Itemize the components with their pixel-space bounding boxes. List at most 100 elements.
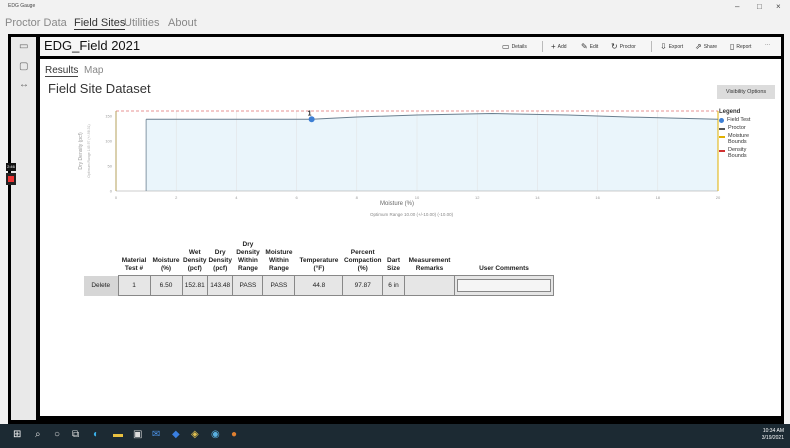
main-panel: Results Map Field Site Dataset Visibilit… bbox=[40, 59, 781, 416]
table-cell: 6 in bbox=[382, 275, 406, 296]
table-header: Dry Density (pcf) bbox=[208, 249, 232, 272]
menu-utilities[interactable]: Utilities bbox=[124, 17, 159, 29]
side-indicator: 2:46 bbox=[6, 163, 16, 193]
table-cell: 44.8 bbox=[294, 275, 344, 296]
cortana-icon[interactable]: ○ bbox=[54, 429, 60, 440]
legend-label: Proctor bbox=[728, 125, 746, 131]
document-icon[interactable]: ▢ bbox=[19, 61, 28, 72]
window-title: EDG Gauge bbox=[8, 3, 36, 9]
title-bar: EDG Gauge – □ × bbox=[0, 0, 790, 14]
edg-gauge-icon[interactable]: ◈ bbox=[191, 429, 199, 440]
clock-date: 3/19/2021 bbox=[761, 435, 784, 441]
proctor-label: Proctor bbox=[619, 43, 636, 50]
divider bbox=[651, 41, 652, 52]
moisture-bounds-swatch bbox=[719, 136, 725, 138]
legend-item-moisture-bounds: Moisture Bounds bbox=[719, 133, 754, 145]
legend-item-field-test: Field Test bbox=[719, 117, 754, 123]
table-header: Percent Compaction (%) bbox=[343, 249, 382, 272]
proctor-swatch bbox=[719, 128, 725, 130]
table-header: Dry Density Within Range bbox=[236, 241, 260, 272]
divider bbox=[542, 41, 543, 52]
x-tick-label: 14 bbox=[535, 195, 540, 200]
legend-label: Density Bounds bbox=[728, 147, 747, 159]
x-tick-label: 2 bbox=[175, 195, 178, 200]
proctor-button[interactable]: ↻ Proctor bbox=[611, 42, 636, 51]
field-test-swatch bbox=[719, 118, 724, 123]
plus-icon: + bbox=[551, 42, 556, 51]
taskbar-clock[interactable]: 10:34 AM 3/19/2021 bbox=[762, 428, 784, 442]
start-icon[interactable]: ⊞ bbox=[13, 429, 21, 440]
table-header: User Comments bbox=[479, 265, 529, 272]
file-explorer-icon[interactable]: ▬ bbox=[113, 429, 123, 440]
maximize-button[interactable]: □ bbox=[757, 2, 762, 11]
menu-proctor-data[interactable]: Proctor Data bbox=[5, 17, 67, 29]
app-window: EDG Gauge – □ × Proctor Data Field Sites… bbox=[0, 0, 790, 448]
table-cell: 6.50 bbox=[149, 275, 183, 296]
site-header: EDG_Field 2021 ▭ Details + Add ✎ Edit ↻ Proc… bbox=[40, 37, 781, 56]
y-tick-label: 50 bbox=[108, 164, 113, 169]
more-button[interactable]: ··· bbox=[765, 42, 770, 48]
add-label: Add bbox=[557, 43, 567, 50]
legend-title: Legend bbox=[719, 109, 741, 115]
details-icon: ▭ bbox=[502, 42, 510, 51]
y-tick-label: 100 bbox=[105, 139, 112, 144]
menu-bar: Proctor Data Field Sites Utilities About bbox=[0, 14, 790, 34]
share-button[interactable]: ⇗ Share bbox=[695, 42, 717, 51]
export-button[interactable]: ⇩ Export bbox=[660, 42, 683, 51]
report-icon: ▯ bbox=[730, 42, 735, 51]
app-icon[interactable]: ◆ bbox=[172, 429, 180, 440]
export-label: Export bbox=[668, 43, 684, 50]
table-row: Delete 1 6.50 152.81 143.48 PASS PASS 44… bbox=[84, 275, 555, 296]
table-header: Moisture Within Range bbox=[265, 249, 293, 272]
table-cell: 97.87 bbox=[342, 275, 384, 296]
back-arrow-icon[interactable]: ↔ bbox=[19, 79, 29, 90]
x-tick-label: 12 bbox=[475, 195, 480, 200]
side-indicator-time: 2:46 bbox=[6, 163, 16, 171]
x-tick-label: 0 bbox=[115, 195, 118, 200]
x-axis-sublabel: Optimum Range 10.00 (+/-10.00) (-10.00) bbox=[370, 212, 454, 217]
chart-legend: Legend Field Test Proctor Moisture Bound… bbox=[719, 109, 754, 161]
table-header: Moisture (%) bbox=[152, 257, 180, 272]
chrome-icon[interactable]: ● bbox=[231, 429, 237, 440]
edge-icon[interactable]: ◐ bbox=[93, 429, 99, 440]
mail-icon[interactable]: ✉ bbox=[152, 429, 160, 440]
x-axis-label: Moisture (%) bbox=[380, 201, 415, 207]
measurement-remarks-cell bbox=[404, 275, 456, 296]
x-tick-label: 8 bbox=[356, 195, 359, 200]
share-label: Share bbox=[703, 43, 718, 50]
report-label: Report bbox=[736, 43, 752, 50]
table-cell: PASS bbox=[232, 275, 264, 296]
pencil-icon: ✎ bbox=[581, 42, 588, 51]
panel-toggle-icon[interactable]: ▭ bbox=[19, 41, 28, 52]
x-tick-label: 20 bbox=[716, 195, 721, 200]
y-axis-label: Dry Density (pcf) bbox=[78, 132, 84, 170]
report-button[interactable]: ▯ Report bbox=[730, 42, 751, 51]
search-icon[interactable]: ⌕ bbox=[35, 429, 41, 440]
delete-button[interactable]: Delete bbox=[84, 275, 118, 296]
task-view-icon[interactable]: ⧉ bbox=[72, 429, 79, 440]
table-header-row: Material Test # Moisture (%) Wet Density… bbox=[84, 241, 554, 276]
legend-item-proctor: Proctor bbox=[719, 125, 754, 131]
table-header: Dart Size bbox=[387, 257, 401, 272]
minimize-button[interactable]: – bbox=[735, 2, 739, 11]
record-icon[interactable] bbox=[6, 173, 16, 185]
details-button[interactable]: ▭ Details bbox=[502, 42, 527, 51]
menu-field-sites[interactable]: Field Sites bbox=[74, 17, 126, 30]
photos-icon[interactable]: ◉ bbox=[211, 429, 220, 440]
site-title: EDG_Field 2021 bbox=[44, 38, 141, 53]
menu-about[interactable]: About bbox=[168, 17, 197, 29]
table-header: Measurement Remarks bbox=[408, 257, 451, 272]
table-cell: 1 bbox=[117, 275, 151, 296]
table-cell: 152.81 bbox=[181, 275, 208, 296]
density-bounds-swatch bbox=[719, 150, 725, 152]
store-icon[interactable]: ▣ bbox=[133, 429, 142, 440]
field-test-label: 1 bbox=[308, 110, 312, 117]
clock-time: 10:34 AM bbox=[762, 428, 784, 434]
edit-button[interactable]: ✎ Edit bbox=[581, 42, 598, 51]
legend-label: Field Test bbox=[727, 117, 751, 123]
user-comments-input[interactable] bbox=[457, 279, 552, 292]
add-button[interactable]: + Add bbox=[551, 42, 567, 51]
x-tick-label: 18 bbox=[656, 195, 661, 200]
x-tick-label: 10 bbox=[415, 195, 420, 200]
close-button[interactable]: × bbox=[776, 2, 781, 11]
